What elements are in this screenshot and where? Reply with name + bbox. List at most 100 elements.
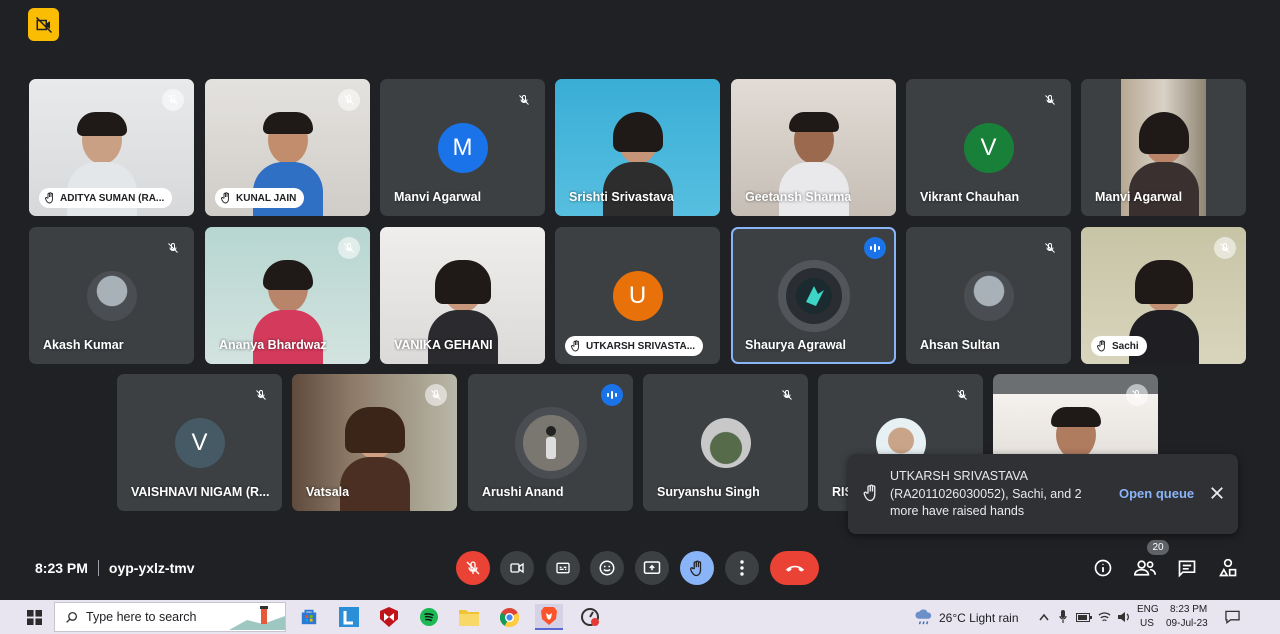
notification-message: UTKARSH SRIVASTAVA (RA2011026030052), Sa… [890, 469, 1082, 518]
raised-hand-pill: KUNAL JAIN [215, 188, 305, 208]
language-top[interactable]: ENG [1137, 604, 1159, 615]
participant-tile[interactable]: V VAISHNAVI NIGAM (R... [117, 374, 282, 511]
microsoft-store-icon[interactable] [295, 604, 323, 630]
participant-tile[interactable]: Arushi Anand [468, 374, 633, 511]
weather-rain-icon [915, 609, 932, 625]
participant-name: Sachi [1112, 340, 1139, 352]
participant-name: Srishti Srivastava [569, 190, 674, 204]
activities-button[interactable] [1216, 556, 1240, 580]
participant-tile[interactable]: KUNAL JAIN [205, 79, 370, 216]
chevron-up-icon[interactable] [1039, 613, 1049, 621]
taskbar-search-box[interactable]: Type here to search [54, 602, 286, 632]
screen-recorder-icon[interactable] [576, 604, 604, 630]
file-explorer-icon[interactable] [455, 604, 483, 630]
participant-tile[interactable]: Vatsala [292, 374, 457, 511]
participant-tile[interactable]: Srishti Srivastava [555, 79, 720, 216]
divider [97, 560, 99, 576]
hand-icon [221, 192, 229, 204]
clock-time[interactable]: 8:23 PM [1170, 604, 1207, 615]
emoji-icon [599, 560, 615, 576]
reactions-button[interactable] [590, 551, 624, 585]
battery-icon[interactable] [1076, 613, 1092, 622]
meeting-code[interactable]: oyp-yxlz-tmv [109, 560, 195, 576]
participant-tile[interactable]: M Manvi Agarwal [380, 79, 545, 216]
mic-off-icon [162, 237, 184, 259]
avatar: M [437, 123, 488, 173]
participant-name: ADITYA SUMAN (RA... [60, 192, 165, 204]
raise-hand-button[interactable] [680, 551, 714, 585]
l-app-icon[interactable] [335, 604, 363, 630]
hang-up-icon [785, 565, 804, 572]
mic-off-icon [1126, 384, 1148, 406]
open-queue-button[interactable]: Open queue [1119, 486, 1194, 501]
windows-start-button[interactable] [20, 604, 48, 630]
hand-icon [1097, 340, 1105, 352]
brave-browser-icon[interactable] [535, 604, 563, 630]
chat-button[interactable] [1175, 556, 1199, 580]
participant-tile[interactable]: ADITYA SUMAN (RA... [29, 79, 194, 216]
participant-tile[interactable]: Akash Kumar [29, 227, 194, 364]
raised-hands-notification: UTKARSH SRIVASTAVA (RA2011026030052), Sa… [848, 454, 1238, 534]
chat-icon [1178, 560, 1196, 578]
chrome-icon[interactable] [495, 604, 523, 630]
avatar [777, 260, 850, 332]
avatar: V [174, 418, 225, 468]
participant-name: UTKARSH SRIVASTA... [586, 340, 696, 352]
mic-off-icon [1039, 89, 1061, 111]
hand-icon [45, 192, 53, 204]
microphone-icon[interactable] [1059, 610, 1067, 624]
captions-button[interactable] [546, 551, 580, 585]
present-screen-icon [643, 561, 661, 574]
search-placeholder: Type here to search [86, 610, 197, 624]
participant-tile[interactable]: Suryanshu Singh [643, 374, 808, 511]
clock-date[interactable]: 09-Jul-23 [1166, 618, 1208, 629]
camera-toggle-button[interactable] [500, 551, 534, 585]
spotify-icon[interactable] [415, 604, 443, 630]
speaking-indicator-icon [864, 237, 886, 259]
participant-tile[interactable]: Geetansh Sharma [731, 79, 896, 216]
meeting-time: 8:23 PM [35, 560, 88, 576]
camera-icon [510, 562, 524, 574]
raised-hand-pill: Sachi [1091, 336, 1147, 356]
avatar: U [612, 271, 663, 321]
participant-tile[interactable]: Sachi [1081, 227, 1246, 364]
participant-name: Akash Kumar [43, 338, 124, 352]
mic-off-icon [951, 384, 973, 406]
people-count-badge: 20 [1147, 540, 1169, 555]
avatar [514, 407, 587, 479]
notification-center-icon[interactable] [1225, 610, 1240, 624]
wifi-icon[interactable] [1098, 611, 1111, 623]
participant-name: Vikrant Chauhan [920, 190, 1020, 204]
meeting-details-button[interactable] [1091, 556, 1115, 580]
language-bottom[interactable]: US [1140, 618, 1154, 629]
participant-name: Ananya Bhardwaz [219, 338, 327, 352]
leave-call-button[interactable] [770, 551, 819, 585]
mic-toggle-button[interactable] [456, 551, 490, 585]
hand-icon [863, 484, 876, 502]
lighthouse-icon [229, 606, 285, 630]
participant-tile[interactable]: U UTKARSH SRIVASTA... [555, 227, 720, 364]
mic-off-icon [338, 237, 360, 259]
participant-tile[interactable]: VANIKA GEHANI [380, 227, 545, 364]
more-options-button[interactable] [725, 551, 759, 585]
participant-tile[interactable]: Ahsan Sultan [906, 227, 1071, 364]
participant-name: Vatsala [306, 485, 350, 499]
participant-tile[interactable]: Shaurya Agrawal [731, 227, 896, 364]
mcafee-icon[interactable] [375, 604, 403, 630]
close-icon[interactable] [1208, 484, 1226, 502]
present-button[interactable] [635, 551, 669, 585]
volume-icon[interactable] [1117, 611, 1131, 623]
search-icon [66, 611, 78, 623]
people-button[interactable] [1133, 556, 1157, 580]
meeting-info: 8:23 PM oyp-yxlz-tmv [35, 560, 195, 576]
participant-tile[interactable]: Manvi Agarwal [1081, 79, 1246, 216]
participant-name: Arushi Anand [482, 485, 564, 499]
participant-tile[interactable]: V Vikrant Chauhan [906, 79, 1071, 216]
avatar: V [963, 123, 1014, 173]
windows-logo-icon [26, 609, 42, 625]
participant-tile[interactable]: Ananya Bhardwaz [205, 227, 370, 364]
shapes-icon [1219, 558, 1237, 577]
participant-name: Manvi Agarwal [1095, 190, 1183, 204]
no-camera-icon[interactable] [28, 8, 59, 41]
weather-text[interactable]: 26°C Light rain [939, 611, 1019, 625]
